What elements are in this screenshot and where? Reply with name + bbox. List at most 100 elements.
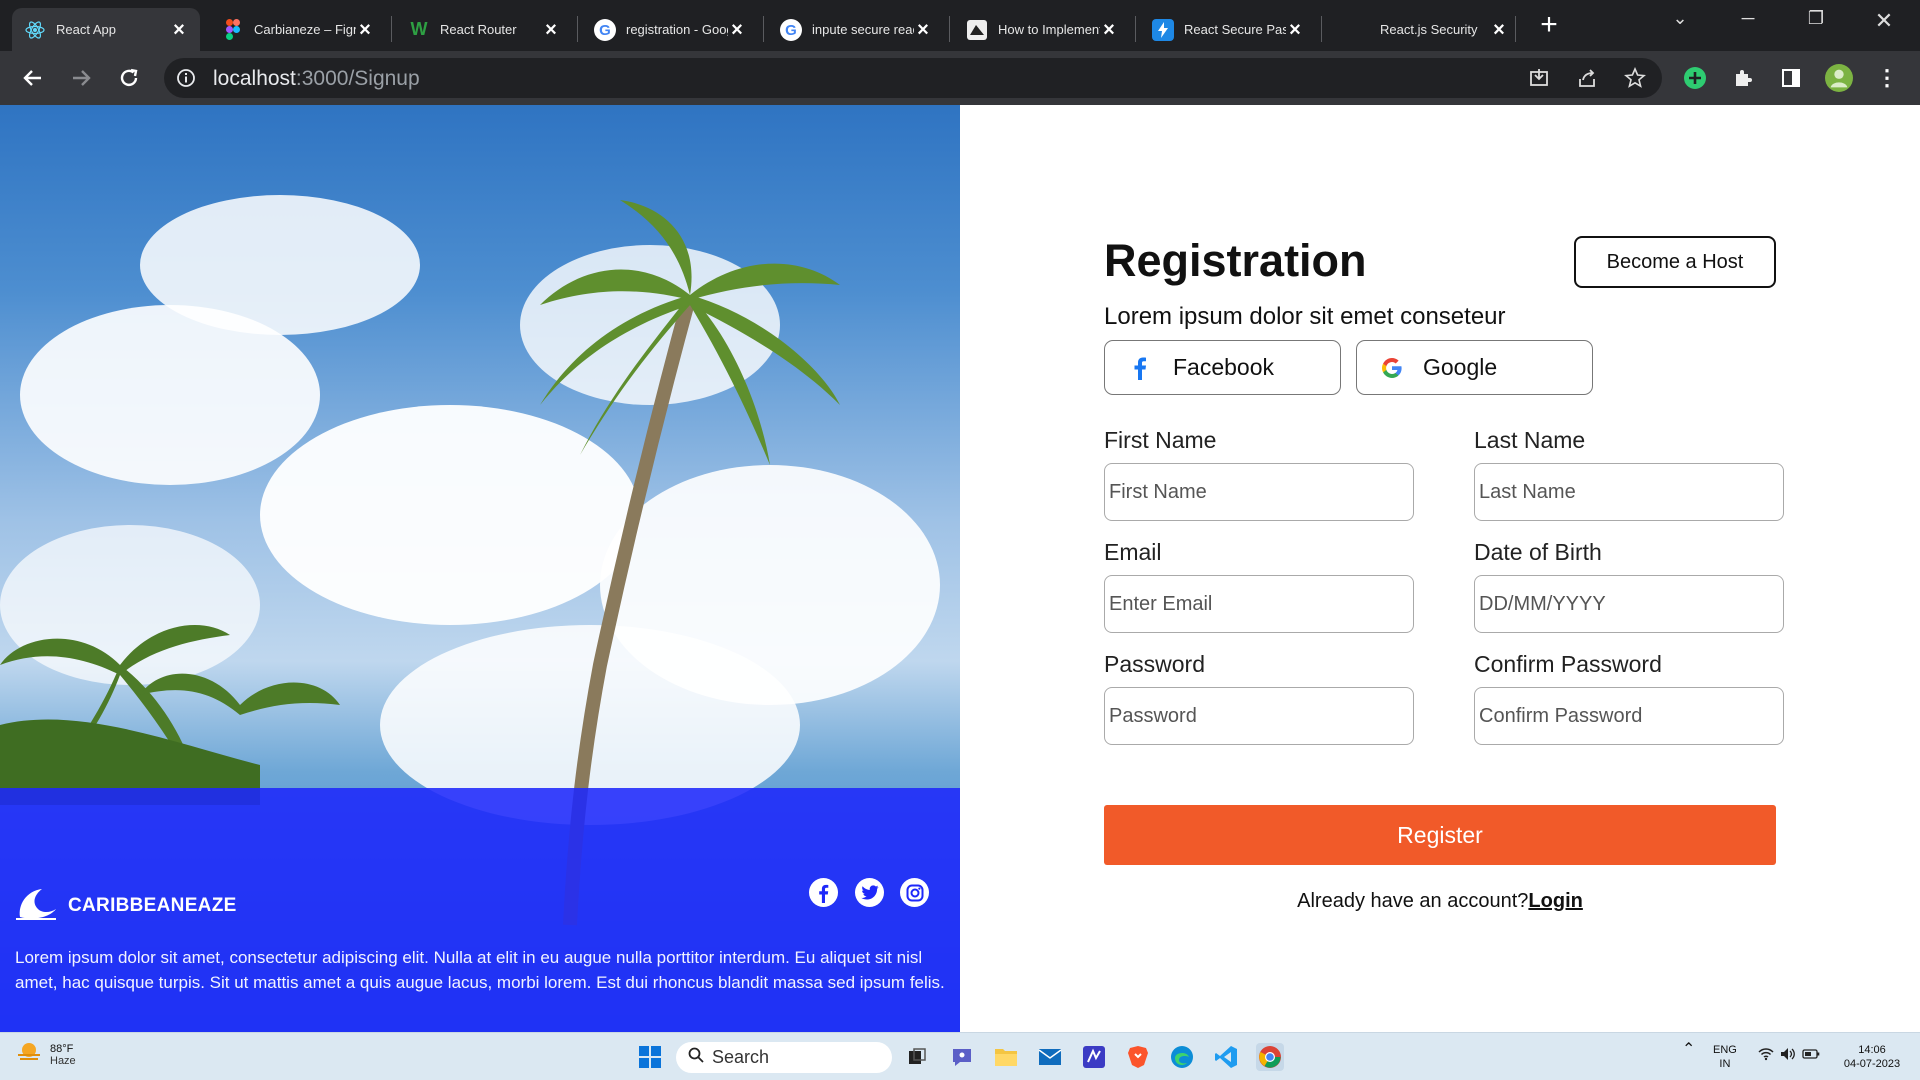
- facebook-icon[interactable]: [809, 878, 838, 907]
- task-view-icon[interactable]: [903, 1043, 931, 1071]
- tab-separator: [391, 16, 392, 42]
- tab-separator: [1135, 16, 1136, 42]
- file-explorer-icon[interactable]: [992, 1043, 1020, 1071]
- windows-taskbar: 88°F Haze Search ⌃ ENG IN 14:06 04-07-20…: [0, 1032, 1920, 1080]
- login-prompt: Already have an account?Login: [1104, 890, 1776, 913]
- brave-browser-icon[interactable]: [1124, 1043, 1152, 1071]
- close-tab-icon[interactable]: ×: [356, 20, 374, 40]
- extensions-puzzle-icon[interactable]: [1729, 64, 1757, 92]
- tab-title: inpute secure react: [812, 22, 914, 37]
- teams-chat-icon[interactable]: [948, 1043, 976, 1071]
- close-tab-icon[interactable]: ×: [542, 20, 560, 40]
- tab-react-router[interactable]: W React Router ×: [396, 8, 572, 51]
- tab-title: React App: [56, 22, 116, 37]
- brand-name: CARIBBEANEAZE: [68, 894, 237, 916]
- close-tab-icon[interactable]: ×: [170, 20, 188, 40]
- tab-react-security[interactable]: React.js Security ×: [1326, 8, 1520, 51]
- reload-icon[interactable]: [114, 63, 144, 93]
- vscode-icon[interactable]: [1212, 1043, 1240, 1071]
- password-input[interactable]: [1104, 687, 1414, 745]
- weather-desc: Haze: [50, 1054, 76, 1067]
- close-tab-icon[interactable]: ×: [914, 20, 932, 40]
- browser-menu-icon[interactable]: ⋮: [1873, 64, 1901, 92]
- language-indicator[interactable]: ENG IN: [1713, 1043, 1737, 1071]
- volume-icon[interactable]: [1780, 1047, 1796, 1065]
- tab-react-app[interactable]: React App ×: [12, 8, 200, 51]
- tray-overflow-icon[interactable]: ⌃: [1682, 1042, 1695, 1058]
- tab-registration-google[interactable]: G registration - Google ×: [582, 8, 758, 51]
- last-name-input[interactable]: [1474, 463, 1784, 521]
- close-tab-icon[interactable]: ×: [1286, 20, 1304, 40]
- twitter-icon[interactable]: [855, 878, 884, 907]
- weather-widget[interactable]: 88°F Haze: [16, 1041, 76, 1068]
- google-signup-button[interactable]: Google: [1356, 340, 1593, 395]
- already-account-text: Already have an account?: [1297, 890, 1529, 912]
- tab-title: How to Implement: [998, 22, 1100, 37]
- tab-react-secure-pass[interactable]: React Secure Pass ×: [1140, 8, 1316, 51]
- tab-how-to-implement[interactable]: How to Implement ×: [954, 8, 1130, 51]
- first-name-input[interactable]: [1104, 463, 1414, 521]
- side-panel-icon[interactable]: [1777, 64, 1805, 92]
- new-tab-button[interactable]: +: [1535, 10, 1563, 40]
- email-input[interactable]: [1104, 575, 1414, 633]
- tab-separator: [763, 16, 764, 42]
- tab-search-icon[interactable]: ⌄: [1660, 8, 1700, 29]
- weather-temp: 88°F: [50, 1042, 74, 1055]
- close-tab-icon[interactable]: ×: [1100, 20, 1118, 40]
- first-name-label: First Name: [1104, 427, 1217, 453]
- close-tab-icon[interactable]: ×: [728, 20, 746, 40]
- share-icon[interactable]: [1573, 64, 1601, 92]
- page-subtitle: Lorem ipsum dolor sit emet conseteur: [1104, 303, 1506, 330]
- chrome-icon[interactable]: [1256, 1043, 1284, 1071]
- wave-logo-icon: [16, 885, 60, 926]
- tab-separator: [577, 16, 578, 42]
- minimize-icon[interactable]: ─: [1728, 8, 1768, 29]
- clock-date: 04-07-2023: [1843, 1058, 1901, 1070]
- restore-icon[interactable]: ❐: [1796, 8, 1836, 29]
- battery-icon[interactable]: [1802, 1047, 1820, 1065]
- install-app-icon[interactable]: [1525, 64, 1553, 92]
- windows-start-icon[interactable]: [636, 1043, 664, 1071]
- profile-avatar-icon[interactable]: [1825, 64, 1853, 92]
- edge-browser-icon[interactable]: [1168, 1043, 1196, 1071]
- tab-title: React.js Security: [1380, 22, 1478, 37]
- google-icon: [1379, 355, 1405, 381]
- mail-icon[interactable]: [1036, 1043, 1064, 1071]
- close-window-icon[interactable]: ✕: [1864, 8, 1904, 34]
- facebook-label: Facebook: [1173, 354, 1275, 380]
- sun-haze-icon: [16, 1041, 42, 1068]
- site-info-icon[interactable]: [176, 68, 196, 93]
- dob-input[interactable]: [1474, 575, 1784, 633]
- taskbar-search[interactable]: Search: [676, 1042, 892, 1073]
- extension-add-icon[interactable]: [1681, 64, 1709, 92]
- code-editor-icon[interactable]: [1080, 1043, 1108, 1071]
- clock[interactable]: 14:06 04-07-2023: [1836, 1043, 1908, 1071]
- register-button[interactable]: Register: [1104, 805, 1776, 865]
- forward-icon[interactable]: [66, 63, 96, 93]
- google-icon: G: [780, 18, 802, 41]
- figma-icon: [222, 19, 244, 41]
- become-host-button[interactable]: Become a Host: [1574, 236, 1776, 288]
- facebook-signup-button[interactable]: Facebook: [1104, 340, 1341, 395]
- close-tab-icon[interactable]: ×: [1490, 20, 1508, 40]
- google-label: Google: [1423, 354, 1498, 380]
- react-router-icon: W: [410, 19, 428, 39]
- svg-text:G: G: [785, 22, 797, 39]
- language-code: ENG: [1713, 1044, 1737, 1056]
- tab-title: registration - Google: [626, 22, 728, 37]
- brand-logo[interactable]: CARIBBEANEAZE: [16, 885, 237, 926]
- region-code: IN: [1719, 1058, 1731, 1070]
- browser-tab-strip: React App × Carbianeze – Figma × W React…: [0, 0, 1920, 51]
- confirm-password-input[interactable]: [1474, 687, 1784, 745]
- tab-inpute-secure[interactable]: G inpute secure react ×: [768, 8, 944, 51]
- tab-figma[interactable]: Carbianeze – Figma ×: [210, 8, 386, 51]
- url-path: :3000/Signup: [295, 67, 420, 90]
- back-icon[interactable]: [18, 63, 48, 93]
- address-bar[interactable]: localhost:3000/Signup: [164, 58, 1662, 98]
- instagram-icon[interactable]: [900, 878, 929, 907]
- tab-title: Carbianeze – Figma: [254, 22, 356, 37]
- wifi-icon[interactable]: [1758, 1047, 1774, 1065]
- url-host: localhost: [213, 67, 296, 90]
- bookmark-star-icon[interactable]: [1621, 64, 1649, 92]
- login-link[interactable]: Login: [1528, 890, 1582, 912]
